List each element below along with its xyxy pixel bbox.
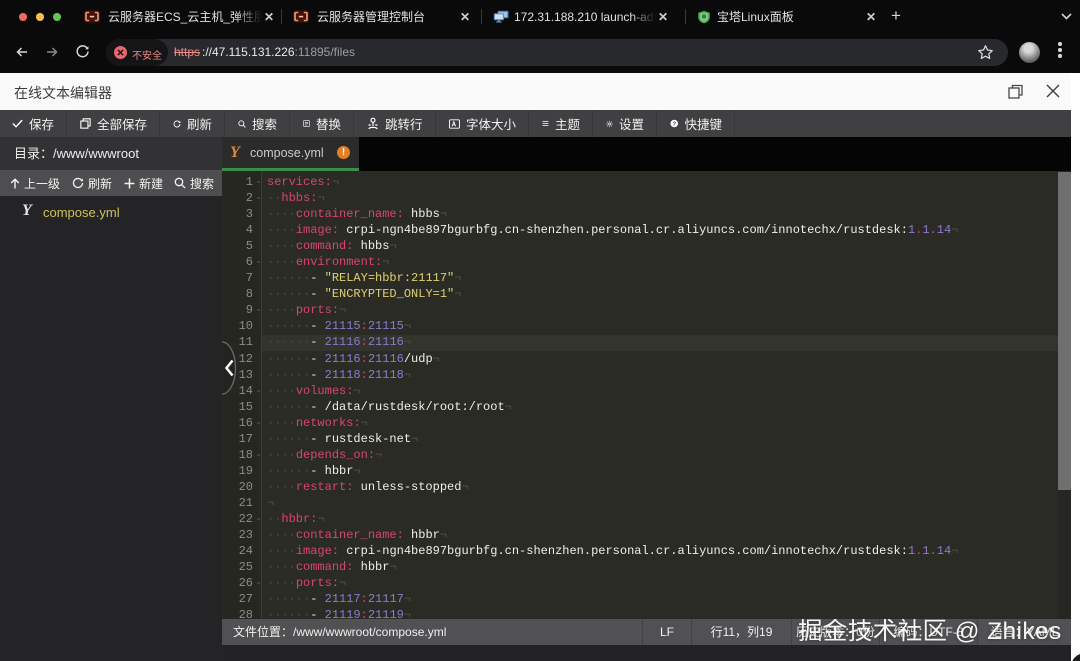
svg-text:?: ? (672, 122, 676, 128)
